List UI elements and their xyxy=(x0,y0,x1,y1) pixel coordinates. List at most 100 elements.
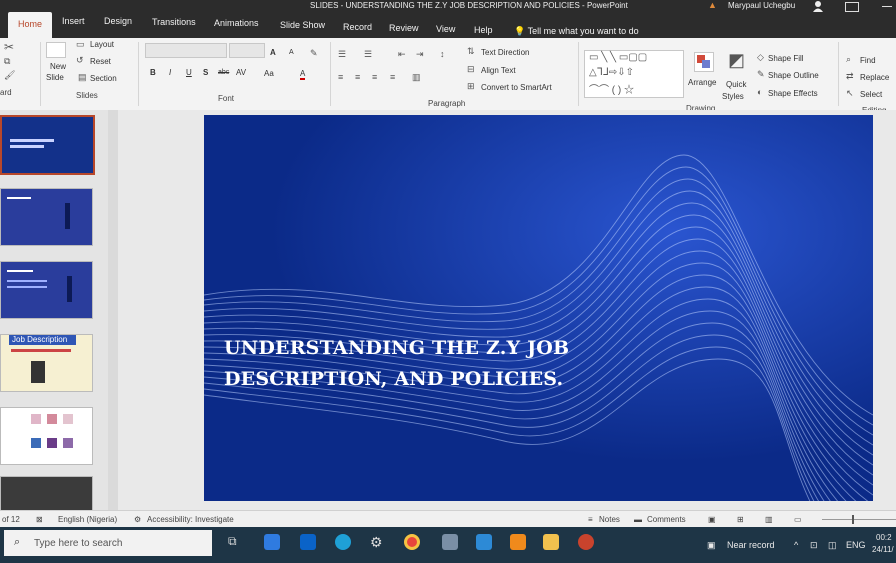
font-color-button[interactable]: A xyxy=(300,69,306,80)
text-shadow-button[interactable]: S xyxy=(203,68,208,77)
shape-textbox-icon[interactable]: ▭ ╲ ╲ ▭▢▢ xyxy=(589,52,647,63)
slide-sorter-icon[interactable]: ⊞ xyxy=(737,515,744,524)
zoom-slider-thumb[interactable] xyxy=(852,515,854,524)
clock-time[interactable]: 00:2 xyxy=(876,533,892,542)
cut-icon[interactable]: ✂ xyxy=(4,40,14,54)
tab-record[interactable]: Record xyxy=(343,22,372,32)
outlook-icon[interactable] xyxy=(300,534,316,550)
bullets-icon[interactable]: ☰ xyxy=(338,49,346,60)
tray-chevron-icon[interactable]: ^ xyxy=(794,540,798,550)
numbering-icon[interactable]: ☰ xyxy=(364,49,372,60)
comments-button[interactable]: Comments xyxy=(647,515,686,524)
powerpoint-icon[interactable] xyxy=(578,534,594,550)
shape-curves-icon[interactable]: ⌒⌒ ( ) ☆ xyxy=(589,81,634,96)
copy-icon[interactable]: ⧉ xyxy=(4,56,10,67)
tab-help[interactable]: Help xyxy=(474,25,493,35)
tab-slide-show[interactable]: Slide Show xyxy=(280,20,325,30)
task-view-icon[interactable]: ⧉ xyxy=(228,534,244,550)
new-slide-label-2[interactable]: Slide xyxy=(46,73,64,82)
input-language[interactable]: ENG xyxy=(846,540,866,550)
bold-button[interactable]: B xyxy=(150,68,156,77)
vlc-icon[interactable] xyxy=(510,534,526,550)
select-button[interactable]: Select xyxy=(860,90,882,99)
change-case-button[interactable]: Aa xyxy=(264,69,274,78)
settings-icon[interactable]: ⚙ xyxy=(370,534,386,550)
taskbar-search[interactable]: ⌕ Type here to search xyxy=(4,530,212,556)
user-name[interactable]: Marypaul Uchegbu xyxy=(728,1,795,10)
app-icon-2[interactable] xyxy=(476,534,492,550)
convert-to-smartart-button[interactable]: Convert to SmartArt xyxy=(481,83,552,92)
slide-thumbnail[interactable]: Job Description xyxy=(0,334,93,392)
section-button[interactable]: Section xyxy=(90,74,117,83)
font-size-dropdown[interactable] xyxy=(229,43,265,58)
mail-icon[interactable] xyxy=(264,534,280,550)
volume-icon[interactable]: ◫ xyxy=(828,540,837,551)
language-indicator[interactable]: English (Nigeria) xyxy=(58,515,117,524)
normal-view-icon[interactable]: ▣ xyxy=(708,515,716,524)
align-right-icon[interactable]: ≡ xyxy=(372,72,377,82)
shrink-font-button[interactable]: A xyxy=(289,49,294,56)
italic-button[interactable]: I xyxy=(169,68,171,77)
thumbnail-scrollbar[interactable] xyxy=(108,110,118,510)
slide-thumbnail[interactable] xyxy=(0,476,93,512)
file-explorer-icon[interactable] xyxy=(543,534,559,550)
tell-me-search[interactable]: 💡 Tell me what you want to do xyxy=(514,26,639,37)
accessibility-status[interactable]: Accessibility: Investigate xyxy=(147,515,234,524)
shape-effects-button[interactable]: Shape Effects xyxy=(768,89,818,98)
text-direction-button[interactable]: Text Direction xyxy=(481,48,529,57)
shape-arrows-icon[interactable]: △ᒣᒧ⇨⇩⇧ xyxy=(589,67,634,78)
slide-thumbnail[interactable] xyxy=(0,115,95,175)
shape-fill-button[interactable]: Shape Fill xyxy=(768,54,804,63)
reset-button[interactable]: Reset xyxy=(90,57,111,66)
line-spacing-icon[interactable]: ↕ xyxy=(440,49,445,59)
tab-home[interactable]: Home xyxy=(8,12,53,38)
app-icon[interactable] xyxy=(442,534,458,550)
decrease-indent-icon[interactable]: ⇤ xyxy=(398,49,406,60)
slide-title[interactable]: UNDERSTANDING THE Z.Y JOB DESCRIPTION, A… xyxy=(224,333,604,395)
user-avatar-icon[interactable] xyxy=(812,0,824,12)
slide-thumbnail[interactable] xyxy=(0,261,93,319)
tab-design[interactable]: Design xyxy=(104,16,132,26)
grow-font-button[interactable]: A xyxy=(270,48,276,57)
reading-view-icon[interactable]: ▥ xyxy=(765,515,773,524)
underline-button[interactable]: U xyxy=(186,68,192,77)
shape-outline-button[interactable]: Shape Outline xyxy=(768,71,819,80)
layout-button[interactable]: Layout xyxy=(90,40,114,49)
notes-button[interactable]: Notes xyxy=(599,515,620,524)
tab-view[interactable]: View xyxy=(436,24,455,34)
new-slide-icon[interactable] xyxy=(46,42,66,58)
tab-review[interactable]: Review xyxy=(389,23,419,33)
chrome-icon[interactable] xyxy=(404,534,420,550)
tab-insert[interactable]: Insert xyxy=(62,16,85,26)
align-left-icon[interactable]: ≡ xyxy=(338,72,343,82)
format-painter-icon[interactable]: 🖌 xyxy=(4,70,15,81)
increase-indent-icon[interactable]: ⇥ xyxy=(416,49,424,60)
zoom-slider[interactable] xyxy=(822,519,896,520)
justify-icon[interactable]: ≡ xyxy=(390,72,395,82)
strikethrough-button[interactable]: abc xyxy=(218,69,229,76)
slideshow-view-icon[interactable]: ▭ xyxy=(794,515,802,524)
align-text-button[interactable]: Align Text xyxy=(481,66,516,75)
replace-button[interactable]: Replace xyxy=(860,73,889,82)
quick-styles-label-1[interactable]: Quick xyxy=(726,80,746,89)
align-center-icon[interactable]: ≡ xyxy=(355,72,360,82)
font-name-dropdown[interactable] xyxy=(145,43,227,58)
warning-icon[interactable]: ▲ xyxy=(708,0,717,10)
clear-formatting-icon[interactable]: ✎ xyxy=(310,48,318,59)
slide-thumbnail[interactable] xyxy=(0,188,93,246)
network-icon[interactable]: ⊡ xyxy=(810,540,818,551)
edge-icon[interactable] xyxy=(335,534,351,550)
columns-icon[interactable]: ▥ xyxy=(412,72,421,83)
quick-styles-label-2[interactable]: Styles xyxy=(722,92,744,101)
minimize-icon[interactable] xyxy=(882,6,892,7)
tab-transitions[interactable]: Transitions xyxy=(152,17,196,27)
slide-canvas[interactable]: UNDERSTANDING THE Z.Y JOB DESCRIPTION, A… xyxy=(204,115,873,501)
near-record-label[interactable]: Near record xyxy=(727,540,775,550)
new-slide-label-1[interactable]: New xyxy=(50,62,66,71)
clock-date[interactable]: 24/11/ xyxy=(872,545,894,554)
arrange-button[interactable]: Arrange xyxy=(688,78,716,87)
shapes-gallery[interactable]: ▭ ╲ ╲ ▭▢▢ △ᒣᒧ⇨⇩⇧ ⌒⌒ ( ) ☆ xyxy=(584,50,684,98)
tab-animations[interactable]: Animations xyxy=(214,18,259,28)
find-button[interactable]: Find xyxy=(860,56,876,65)
ribbon-display-options-icon[interactable] xyxy=(845,2,859,12)
